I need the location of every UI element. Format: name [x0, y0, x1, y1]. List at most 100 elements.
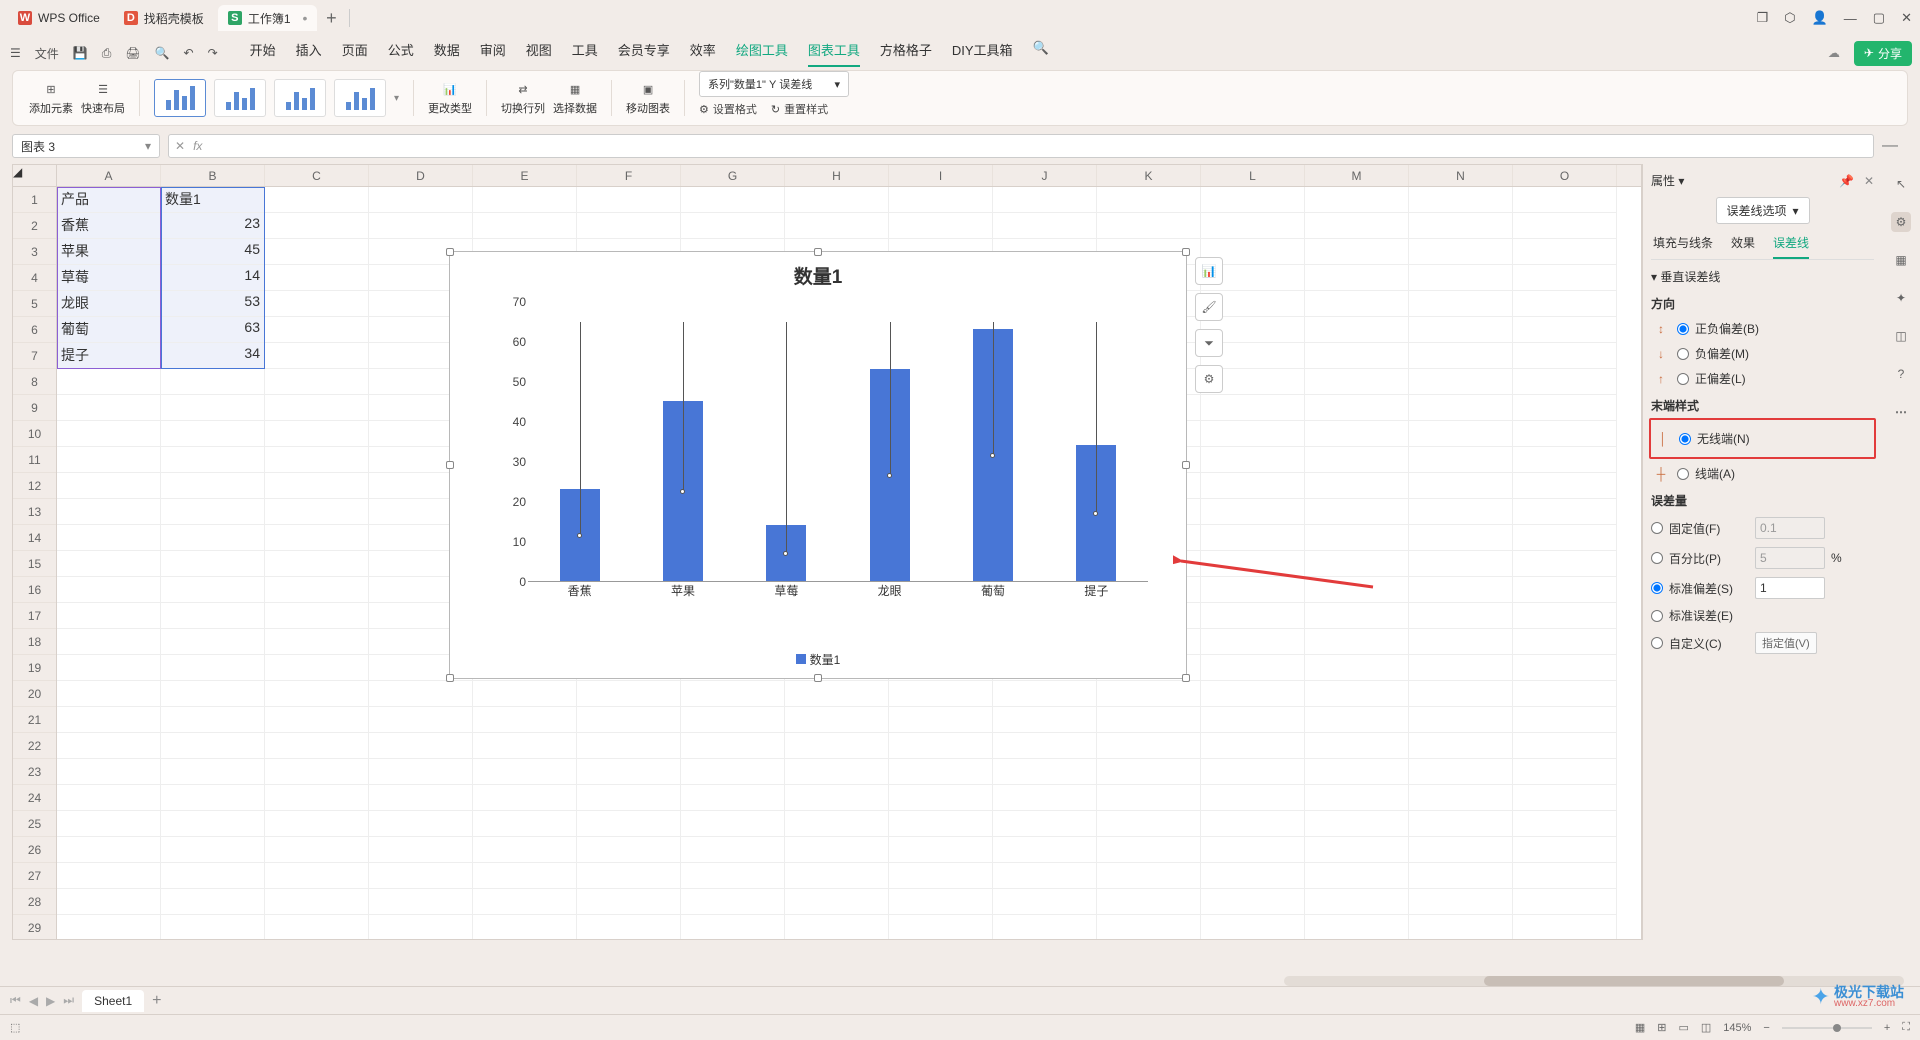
cell[interactable] [473, 733, 577, 759]
cell[interactable] [1097, 863, 1201, 889]
cell[interactable] [1305, 395, 1409, 421]
cell[interactable]: 14 [161, 265, 265, 291]
cell[interactable] [1201, 395, 1305, 421]
cell[interactable] [993, 681, 1097, 707]
cell[interactable] [681, 759, 785, 785]
percent-value-input[interactable] [1755, 547, 1825, 569]
style-more-icon[interactable]: ▾ [394, 93, 399, 104]
row-7[interactable]: 7 [13, 343, 56, 369]
cell[interactable] [993, 707, 1097, 733]
cell[interactable] [1513, 525, 1617, 551]
cell[interactable] [265, 265, 369, 291]
cell[interactable] [1513, 551, 1617, 577]
new-tab-button[interactable]: + [321, 8, 341, 28]
status-mode-icon[interactable]: ⬚ [10, 1021, 20, 1034]
tab-chart-tools[interactable]: 图表工具 [808, 40, 860, 67]
cell[interactable] [681, 213, 785, 239]
col-N[interactable]: N [1409, 165, 1513, 186]
zoom-out-icon[interactable]: − [1763, 1022, 1769, 1034]
cell[interactable] [1305, 291, 1409, 317]
add-sheet-icon[interactable]: + [152, 992, 161, 1010]
cell[interactable] [161, 551, 265, 577]
cell[interactable] [57, 707, 161, 733]
row-8[interactable]: 8 [13, 369, 56, 395]
cell[interactable] [993, 733, 1097, 759]
tab-template[interactable]: D 找稻壳模板 [114, 5, 214, 31]
tab-formula[interactable]: 公式 [388, 40, 414, 67]
cell[interactable] [1305, 707, 1409, 733]
menu-icon[interactable]: ☰ [8, 44, 23, 62]
cell[interactable] [1201, 187, 1305, 213]
cell[interactable] [889, 681, 993, 707]
cell[interactable] [1097, 915, 1201, 940]
add-element-button[interactable]: ⊞添加元素 [29, 80, 73, 116]
cell[interactable]: 数量1 [161, 187, 265, 213]
cell[interactable] [1201, 915, 1305, 940]
cell[interactable] [889, 733, 993, 759]
cell[interactable] [369, 785, 473, 811]
cell[interactable] [1201, 889, 1305, 915]
cell[interactable] [265, 707, 369, 733]
cell[interactable] [1409, 577, 1513, 603]
cell[interactable] [1409, 499, 1513, 525]
cell[interactable] [1409, 759, 1513, 785]
cell[interactable] [889, 811, 993, 837]
cell[interactable] [265, 447, 369, 473]
cell[interactable] [265, 603, 369, 629]
set-format-button[interactable]: ⚙ 设置格式 [699, 101, 757, 117]
cell[interactable] [57, 681, 161, 707]
row-9[interactable]: 9 [13, 395, 56, 421]
cell[interactable] [1201, 707, 1305, 733]
cell[interactable] [265, 291, 369, 317]
cell[interactable] [1513, 187, 1617, 213]
row-29[interactable]: 29 [13, 915, 56, 940]
row-6[interactable]: 6 [13, 317, 56, 343]
error-bar-options-dropdown[interactable]: 误差线选项 ▾ [1716, 197, 1810, 224]
col-J[interactable]: J [993, 165, 1097, 186]
cell[interactable] [1201, 577, 1305, 603]
cell[interactable] [473, 863, 577, 889]
row-17[interactable]: 17 [13, 603, 56, 629]
row-3[interactable]: 3 [13, 239, 56, 265]
cell[interactable] [1409, 733, 1513, 759]
cell[interactable] [577, 213, 681, 239]
cell[interactable]: 龙眼 [57, 291, 161, 317]
spark-rail-icon[interactable]: ✦ [1891, 288, 1911, 308]
cell[interactable] [1513, 343, 1617, 369]
cell[interactable] [1409, 681, 1513, 707]
cell[interactable] [369, 863, 473, 889]
col-C[interactable]: C [265, 165, 369, 186]
fx-icon[interactable]: fx [193, 139, 202, 153]
cell[interactable] [1305, 447, 1409, 473]
cell[interactable] [57, 733, 161, 759]
cell[interactable] [1513, 811, 1617, 837]
cell[interactable] [577, 785, 681, 811]
zoom-slider[interactable] [1782, 1023, 1872, 1033]
chart-settings-icon[interactable]: ⚙ [1195, 365, 1223, 393]
sheet-tab-sheet1[interactable]: Sheet1 [82, 990, 144, 1012]
cell[interactable] [993, 915, 1097, 940]
cell[interactable] [1097, 213, 1201, 239]
col-K[interactable]: K [1097, 165, 1201, 186]
cell[interactable] [1305, 499, 1409, 525]
cell[interactable] [1409, 707, 1513, 733]
row-2[interactable]: 2 [13, 213, 56, 239]
cell[interactable] [785, 681, 889, 707]
cell[interactable] [161, 369, 265, 395]
cell[interactable] [57, 421, 161, 447]
cloud-icon[interactable]: ☁ [1828, 46, 1840, 60]
cell[interactable] [889, 707, 993, 733]
cell[interactable] [473, 837, 577, 863]
radio-stderr[interactable]: 标准误差(E) [1651, 607, 1874, 624]
minimize-icon[interactable]: — [1844, 11, 1857, 26]
cell[interactable] [1201, 551, 1305, 577]
chart-title[interactable]: 数量1 [450, 262, 1186, 289]
cell[interactable] [161, 525, 265, 551]
cell[interactable] [161, 863, 265, 889]
cell[interactable] [57, 785, 161, 811]
cell[interactable]: 香蕉 [57, 213, 161, 239]
cell[interactable] [57, 395, 161, 421]
cell[interactable] [161, 759, 265, 785]
radio-stddev[interactable]: 标准偏差(S) [1651, 577, 1874, 599]
cell[interactable] [57, 525, 161, 551]
